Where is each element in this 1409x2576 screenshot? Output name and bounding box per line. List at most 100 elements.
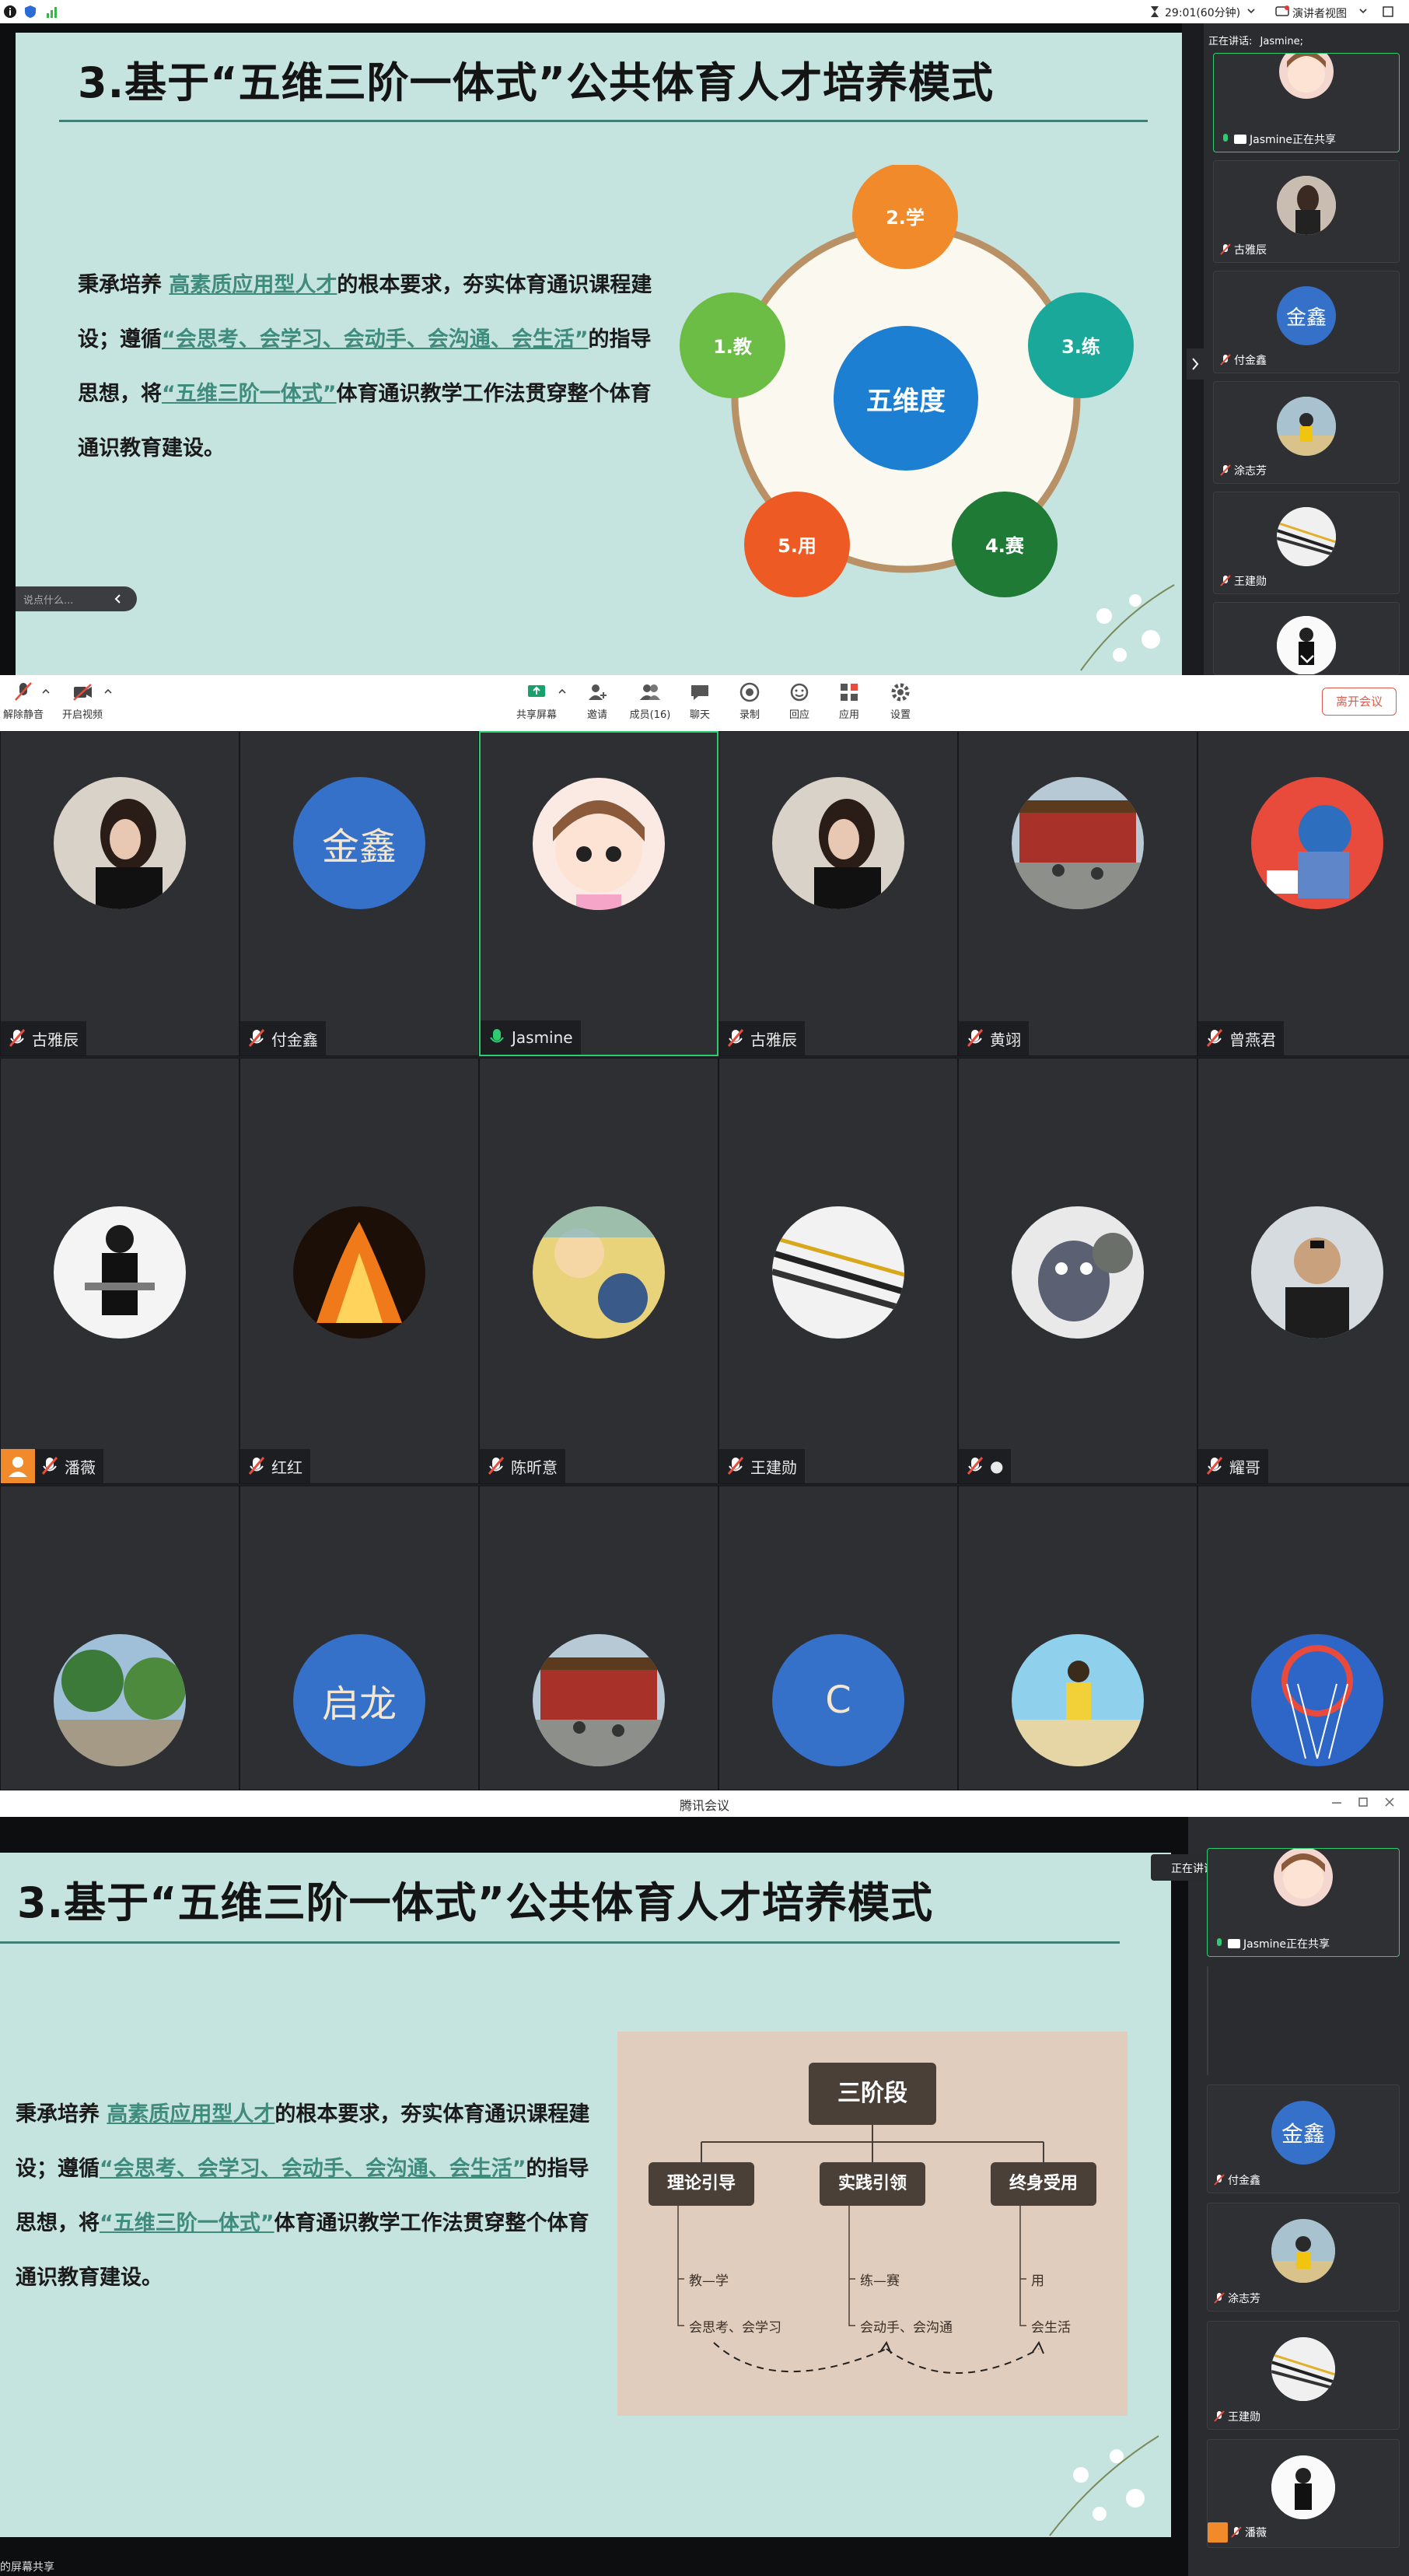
gallery-tile[interactable]	[0, 1486, 239, 1790]
mic-options-chevron-icon[interactable]	[42, 688, 50, 695]
muted-mic-icon	[1214, 2174, 1225, 2186]
participant-name: 陈昕意	[511, 1458, 558, 1477]
avatar	[772, 1206, 904, 1339]
avatar	[1251, 1634, 1383, 1766]
comment-bar[interactable]: 说点什么...	[16, 586, 137, 611]
body-highlight: 高素质应用型人才	[107, 2102, 275, 2126]
node-3: 3.练	[1028, 292, 1134, 398]
close-icon[interactable]	[1383, 1795, 1397, 1809]
gear-icon	[890, 681, 911, 703]
mic-icon	[1214, 1937, 1225, 1950]
side-panel-toggle-icon[interactable]	[1187, 348, 1204, 380]
collapse-chevron-icon[interactable]	[110, 591, 126, 607]
gallery-tile[interactable]: 古雅辰	[0, 731, 239, 1056]
gallery-tile[interactable]: 曾燕君	[1197, 731, 1409, 1056]
speaking-label: 正在讲话:	[1208, 36, 1253, 47]
view-chevron-icon[interactable]	[1359, 7, 1367, 15]
window-titlebar: 腾讯会议	[0, 1790, 1409, 1817]
members-button[interactable]: 成员(16)	[627, 681, 673, 721]
gallery-tile[interactable]: 王建勋	[718, 1058, 958, 1484]
speaker-name: Jasmine;	[1260, 36, 1303, 47]
flower-decoration	[1049, 2435, 1159, 2536]
participant-tile[interactable]: 古雅辰	[1213, 160, 1400, 263]
unmute-label: 解除静音	[2, 709, 44, 721]
gallery-tile[interactable]: 金鑫 付金鑫	[239, 731, 479, 1056]
record-button[interactable]: 录制	[726, 681, 773, 721]
participant-name: 王建勋	[1220, 573, 1267, 589]
invite-button[interactable]: 邀请	[574, 681, 621, 721]
avatar	[1207, 1983, 1208, 2046]
host-icon	[1208, 2522, 1228, 2543]
record-icon	[739, 681, 760, 703]
slide-five-dimensions: 3.基于“五维三阶一体式”公共体育人才培养模式 秉承培养 高素质应用型人才的根本…	[16, 33, 1182, 675]
leave-meeting-button[interactable]: 离开会议	[1322, 688, 1397, 716]
participant-name: 古雅辰	[32, 1030, 79, 1049]
gallery-tile[interactable]: 陈昕意	[479, 1058, 718, 1484]
gallery-tile[interactable]: Jasmine	[479, 731, 718, 1056]
participant-tile[interactable]: 金鑫 付金鑫	[1213, 271, 1400, 373]
shield-icon[interactable]	[23, 5, 37, 19]
muted-mic-icon	[967, 1456, 984, 1476]
gallery-tile[interactable]: 古雅辰	[718, 731, 958, 1056]
avatar	[293, 1206, 425, 1339]
gallery-tile[interactable]	[1197, 1486, 1409, 1790]
participant-tile[interactable]: 古雅辰	[1207, 1966, 1208, 2075]
name: 王建勋	[1234, 576, 1267, 588]
info-icon[interactable]	[3, 5, 17, 19]
name: 古雅辰	[1234, 244, 1267, 257]
maximize-icon[interactable]	[1356, 1795, 1370, 1809]
participant-tile[interactable]: 王建勋	[1213, 492, 1400, 594]
react-button[interactable]: 回应	[776, 681, 823, 721]
gallery-tile[interactable]: ●	[958, 1058, 1197, 1484]
participant-tile[interactable]: 涂志芳	[1207, 2203, 1400, 2312]
participant-tile-jasmine[interactable]: Jasmine正在共享	[1207, 1848, 1400, 1957]
participant-tile-jasmine[interactable]: Jasmine正在共享	[1213, 53, 1400, 152]
participant-name-tag: 红红	[240, 1449, 310, 1483]
chat-button[interactable]: 聊天	[677, 681, 723, 721]
node-label: 2.学	[886, 207, 925, 229]
start-video-button[interactable]: 开启视频	[59, 681, 106, 721]
gallery-tile[interactable]	[479, 1486, 718, 1790]
participant-name-tag: ●	[959, 1449, 1012, 1483]
tree-root: 三阶段	[809, 2063, 936, 2125]
tree-branch: 终身受用	[991, 2162, 1096, 2206]
gallery-tile[interactable]: 潘薇	[0, 1058, 239, 1484]
sharing-label: Jasmine正在共享	[1250, 134, 1337, 146]
gallery-tile[interactable]: 黄翊	[958, 731, 1197, 1056]
three-stage-diagram: 三阶段 理论引导 实践引领 终身受用 教—学 会思考、会学习 练—赛 会动手、会…	[617, 2032, 1128, 2416]
settings-button[interactable]: 设置	[877, 681, 924, 721]
share-options-chevron-icon[interactable]	[558, 688, 566, 695]
participant-tile[interactable]: 涂志芳	[1213, 381, 1400, 484]
gallery-tile[interactable]: 启龙	[239, 1486, 479, 1790]
presenter-view-icon[interactable]	[1275, 5, 1289, 19]
unmute-button[interactable]: 解除静音	[0, 681, 47, 721]
avatar	[54, 777, 186, 909]
node-label: 4.赛	[985, 535, 1025, 557]
video-off-icon	[72, 681, 93, 703]
tree-branch: 理论引导	[649, 2162, 754, 2206]
share-screen-button[interactable]: 共享屏幕	[513, 681, 560, 721]
video-options-chevron-icon[interactable]	[104, 688, 112, 695]
gallery-tile[interactable]	[958, 1486, 1197, 1790]
participant-tile[interactable]: 潘薇	[1207, 2439, 1400, 2548]
gallery-tile[interactable]: C	[718, 1486, 958, 1790]
restore-icon[interactable]	[1381, 5, 1395, 19]
name: 付金鑫	[1228, 2175, 1260, 2187]
apps-button[interactable]: 应用	[826, 681, 872, 721]
avatar	[533, 778, 665, 910]
muted-mic-icon	[727, 1456, 744, 1476]
body-highlight: “五维三阶一体式”	[100, 2211, 274, 2235]
gallery-tile[interactable]: 红红	[239, 1058, 479, 1484]
participant-tile[interactable]	[1213, 602, 1400, 675]
body-highlight: “五维三阶一体式”	[162, 382, 337, 406]
tree-item: 会生活	[1031, 2320, 1071, 2336]
presenter-view-label[interactable]: 演讲者视图	[1292, 5, 1347, 21]
mic-icon	[1220, 133, 1231, 145]
scroll-down-icon[interactable]	[1296, 651, 1318, 667]
participant-tile[interactable]: 金鑫 付金鑫	[1207, 2084, 1400, 2193]
minimize-icon[interactable]	[1330, 1795, 1344, 1809]
gallery-tile[interactable]: 耀哥	[1197, 1058, 1409, 1484]
chevron-down-icon[interactable]	[1247, 7, 1255, 15]
participant-name: Jasmine正在共享	[1220, 131, 1336, 147]
participant-tile[interactable]: 王建勋	[1207, 2321, 1400, 2430]
